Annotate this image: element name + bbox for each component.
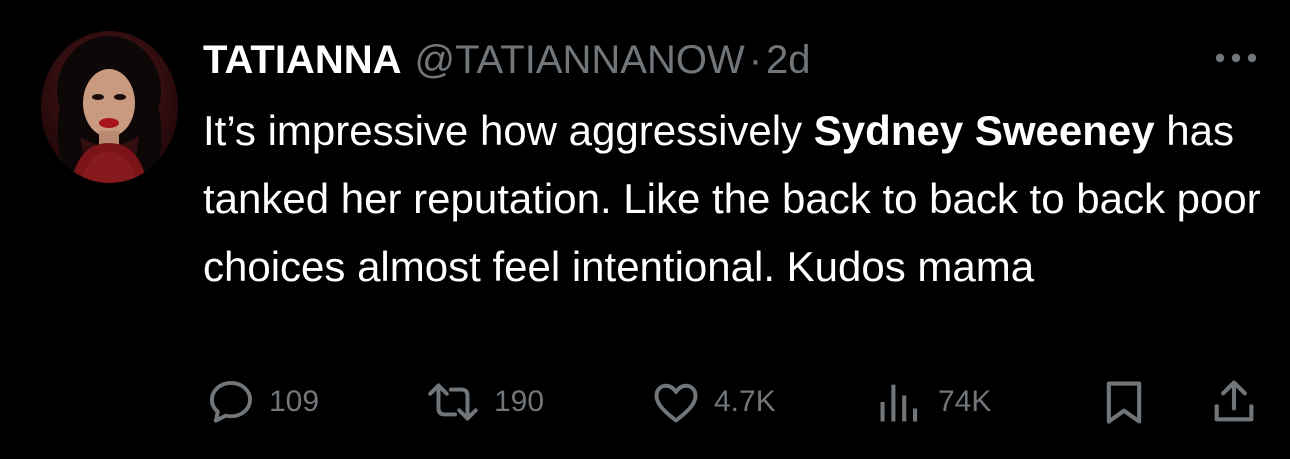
more-horizontal-icon	[1215, 53, 1257, 63]
like-button[interactable]: 4.7K	[650, 372, 776, 432]
views-button[interactable]: 74K	[874, 372, 991, 432]
share-button[interactable]	[1208, 372, 1260, 432]
separator-dot: ·	[748, 37, 763, 82]
display-name[interactable]: TATIANNA	[203, 38, 401, 83]
share-upload-icon	[1214, 380, 1254, 422]
bookmark-icon	[1106, 381, 1142, 424]
bar-chart-icon	[880, 384, 918, 422]
repost-button[interactable]: 190	[424, 372, 544, 432]
view-count: 74K	[938, 385, 992, 418]
reply-button[interactable]: 109	[205, 372, 319, 432]
tweet-text-part-1: It’s impressive how aggressively	[203, 107, 814, 154]
tweet-text-bold-name: Sydney Sweeney	[813, 107, 1155, 154]
reply-bubble-icon	[209, 380, 253, 423]
like-count: 4.7K	[714, 385, 776, 418]
repost-count: 190	[494, 385, 545, 418]
more-options-button[interactable]	[1210, 46, 1262, 70]
avatar-photo	[41, 31, 178, 183]
heart-icon	[654, 383, 698, 423]
avatar[interactable]	[41, 31, 178, 183]
tweet-header: TATIANNA @TATIANNANOW · 2d	[203, 34, 811, 86]
tweet[interactable]: TATIANNA @TATIANNANOW · 2d It’s impressi…	[0, 0, 1290, 459]
reply-count: 109	[269, 385, 320, 418]
user-handle[interactable]: @TATIANNANOW	[414, 38, 744, 83]
timestamp[interactable]: 2d	[766, 38, 811, 83]
action-bar: 109 190 4.7K 74K	[0, 372, 1290, 432]
repost-arrows-icon	[428, 383, 478, 421]
bookmark-button[interactable]	[1098, 372, 1150, 432]
tweet-text: It’s impressive how aggressively Sydney …	[203, 97, 1268, 301]
